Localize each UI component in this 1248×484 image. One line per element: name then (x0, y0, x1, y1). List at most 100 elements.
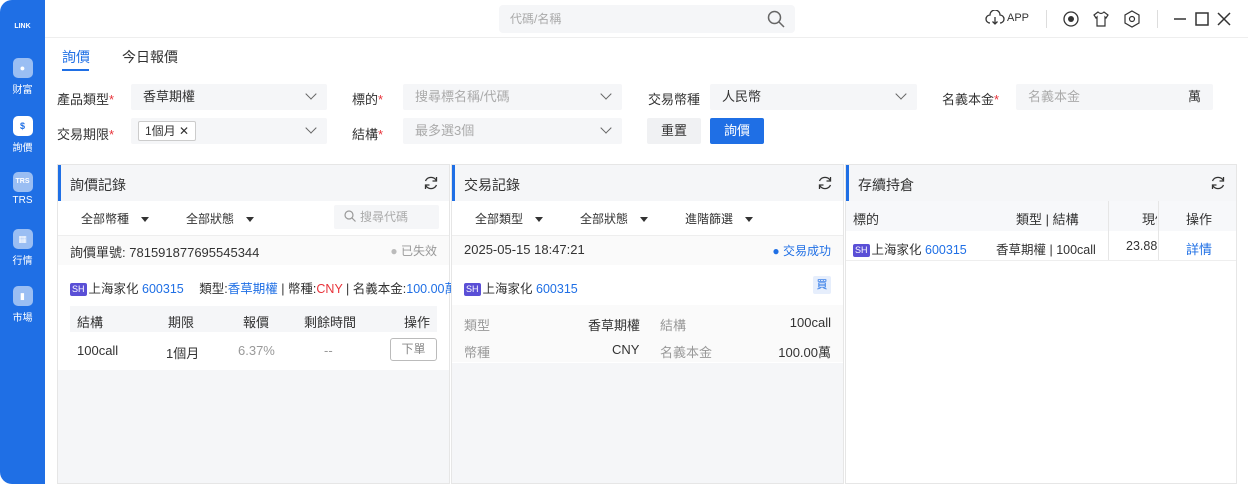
status-filter[interactable]: 全部狀態 (186, 210, 255, 227)
notional-input[interactable]: 名義本金萬 (1016, 84, 1213, 110)
code-search-input[interactable]: 搜尋代碼 (334, 205, 439, 229)
panel-title: 詢價記錄 (70, 177, 126, 193)
panel-header: 交易記錄 (452, 165, 843, 201)
tab-underline (62, 69, 89, 71)
notional-label: 名義本金* (942, 92, 1000, 107)
status-badge: ● 已失效 (390, 244, 437, 258)
currency-label: 交易幣種 (648, 92, 701, 107)
tab-today-quotes[interactable]: 今日報價 (122, 47, 178, 67)
positions-panel: 存續持倉 標的 類型 | 結構 現價 操作 SH上海家化 600315 香草期權… (845, 164, 1237, 484)
stock-code-link[interactable]: 600315 (536, 282, 578, 296)
sidebar-item-wealth[interactable]: ● 财富 (0, 58, 45, 96)
stock-code-link[interactable]: 600315 (142, 282, 184, 296)
type-value: 香草期權 (588, 318, 641, 333)
app-logo: LINK (14, 23, 31, 30)
panel-title: 存續持倉 (858, 177, 914, 193)
structure-value: 100call (789, 315, 831, 330)
shirt-icon[interactable] (1092, 10, 1110, 28)
search-icon (344, 210, 356, 222)
caret-down-icon (640, 217, 649, 223)
caret-down-icon (535, 217, 544, 223)
term-select[interactable]: 1個月 ✕ (131, 118, 327, 144)
sh-badge: SH (464, 283, 481, 296)
refresh-icon[interactable] (1210, 175, 1226, 191)
status-badge: ● 交易成功 (772, 244, 831, 258)
tag-close-icon[interactable]: ✕ (179, 124, 189, 138)
gear-icon[interactable] (1123, 10, 1141, 28)
tab-inquiry[interactable]: 詢價 (62, 47, 90, 67)
sidebar: LINK ● 财富 $ 詢價 TRS TRS ▦ 行情 ▮ 市場 (0, 0, 45, 484)
caret-down-icon (246, 217, 255, 223)
notional-label: 名義本金 (660, 345, 713, 360)
structure-label: 結構 (660, 318, 687, 333)
sidebar-item-label: 财富 (12, 85, 33, 96)
chevron-down-icon (600, 88, 612, 100)
place-order-button[interactable]: 下單 (390, 338, 437, 361)
search-icon[interactable] (767, 10, 785, 28)
currency-value: CNY (612, 342, 640, 357)
market-icon: ▦ (12, 229, 33, 249)
type-filter[interactable]: 全部類型 (475, 210, 544, 227)
inquiry-records-panel: 詢價記錄 全部幣種 全部狀態 搜尋代碼 詢價單號: 78159187769554… (57, 164, 457, 484)
sidebar-item-quote[interactable]: $ 詢價 (0, 116, 45, 154)
panel-title: 交易記錄 (464, 177, 520, 193)
table-row: 100call 1個月 6.37% -- 下單 (70, 332, 437, 368)
sidebar-item-chart[interactable]: ▮ 市場 (0, 286, 45, 324)
maximize-icon[interactable] (1193, 10, 1211, 28)
sidebar-item-label: 行情 (12, 256, 33, 267)
status-filter[interactable]: 全部狀態 (580, 210, 649, 227)
cloud-download-icon (985, 10, 1005, 25)
product-type-label: 產品類型* (57, 92, 115, 107)
product-type-select[interactable]: 香草期權 (131, 84, 327, 110)
sh-badge: SH (70, 283, 87, 296)
underlying-select[interactable]: 搜尋標名稱/代碼 (403, 84, 622, 110)
close-icon[interactable] (1215, 10, 1233, 28)
caret-down-icon (141, 217, 150, 223)
type-label: 類型 (464, 318, 491, 333)
refresh-icon[interactable] (817, 175, 833, 191)
search-input[interactable] (499, 5, 749, 33)
trade-records-panel: 交易記錄 全部類型 全部狀態 進階篩選 2025-05-15 18:47:21 … (451, 164, 844, 484)
trade-stock: SH 上海家化 600315 (464, 282, 578, 296)
currency-label: 幣種 (464, 345, 491, 360)
sh-badge: SH (853, 244, 870, 257)
panel-header: 詢價記錄 (58, 165, 449, 201)
query-button[interactable]: 詢價 (710, 118, 764, 144)
wealth-icon: ● (12, 58, 33, 78)
term-label: 交易期限* (57, 127, 115, 142)
currency-filter[interactable]: 全部幣種 (81, 210, 150, 227)
sidebar-item-label: 詢價 (12, 143, 33, 154)
trade-datetime: 2025-05-15 18:47:21 (464, 242, 585, 257)
structure-select[interactable]: 最多選3個 (403, 118, 622, 144)
stock-code-link[interactable]: 600315 (925, 243, 967, 257)
buy-side-badge: 買 (813, 276, 831, 294)
caret-down-icon (745, 217, 754, 223)
positions-table-header: 標的 類型 | 結構 現價 操作 (846, 201, 1236, 231)
record-icon[interactable] (1062, 10, 1080, 28)
minimize-icon[interactable] (1171, 10, 1189, 28)
reset-button[interactable]: 重置 (647, 118, 701, 144)
table-row: SH 上海家化 600315 香草期權 | 100call 23.88 詳情 (846, 231, 1236, 261)
currency-select[interactable]: 人民幣 (710, 84, 917, 110)
chevron-down-icon (305, 122, 317, 134)
refresh-icon[interactable] (423, 175, 439, 191)
quote-table-header: 結構 期限 報價 剩餘時間 操作 (70, 306, 437, 332)
quote-icon: $ (12, 116, 33, 136)
inquiry-summary: SH 上海家化 600315 類型:香草期權 | 幣種:CNY | 名義本金:10… (70, 282, 457, 296)
details-link[interactable]: 詳情 (1186, 239, 1212, 258)
notional-unit: 萬 (1187, 89, 1201, 104)
trs-icon: TRS (12, 172, 33, 192)
structure-label: 結構* (352, 127, 384, 142)
sidebar-item-market[interactable]: ▦ 行情 (0, 229, 45, 267)
order-number: 詢價單號: 781591877695545344 (70, 245, 260, 260)
term-tag: 1個月 ✕ (138, 121, 197, 141)
chevron-down-icon (895, 88, 907, 100)
app-download-button[interactable]: APP (985, 10, 1029, 26)
chevron-down-icon (600, 122, 612, 134)
advanced-filter[interactable]: 進階篩選 (685, 210, 754, 227)
sidebar-item-label: 市場 (12, 313, 33, 324)
chevron-down-icon (305, 88, 317, 100)
sidebar-item-label: TRS (12, 195, 33, 206)
panel-header: 存續持倉 (846, 165, 1236, 201)
sidebar-item-trs[interactable]: TRS TRS (0, 172, 45, 206)
